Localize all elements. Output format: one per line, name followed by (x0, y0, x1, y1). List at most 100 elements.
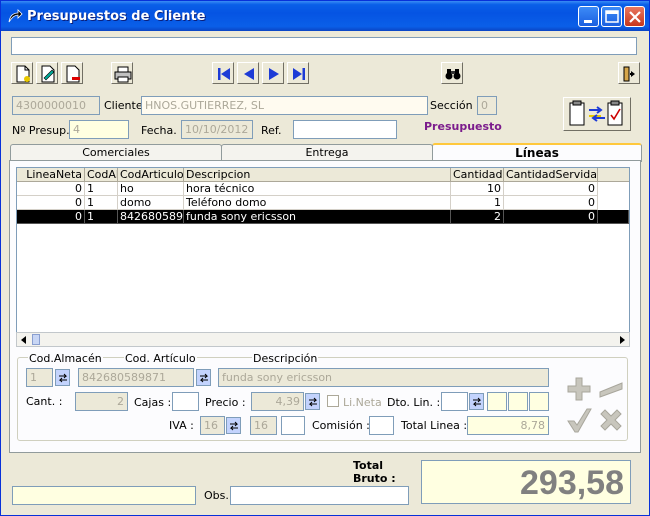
cod-articulo-field[interactable]: 842680589871 (78, 368, 194, 387)
print-icon (114, 66, 132, 83)
lookup-arrow-icon (199, 373, 209, 383)
recargo-field[interactable] (281, 416, 305, 435)
lineta-checkbox[interactable] (327, 395, 339, 407)
lookup-arrow-icon (308, 397, 318, 407)
total-linea-field[interactable]: 8,78 (467, 416, 549, 435)
exit-icon (623, 66, 635, 82)
descripcion-field[interactable]: funda sony ericsson (218, 368, 549, 387)
ref-label: Ref. (261, 124, 282, 137)
accept-line-button[interactable] (565, 406, 593, 434)
cell-cantidad: 1 (451, 196, 504, 210)
cancel-line-button[interactable] (597, 406, 625, 434)
top-search-input[interactable] (11, 37, 637, 55)
iva-pct-field[interactable]: 16 (250, 416, 277, 435)
precio-lookup-button[interactable] (305, 393, 320, 410)
maximize-button[interactable] (601, 6, 622, 27)
minus-icon (599, 382, 623, 398)
cant-field[interactable]: 2 (75, 392, 128, 411)
date-field[interactable]: 10/10/2012 (181, 120, 253, 139)
dto-box-2[interactable] (508, 392, 528, 411)
section-label: Sección : (430, 99, 480, 112)
previous-record-button[interactable] (237, 62, 259, 84)
cod-almacen-field[interactable]: 1 (26, 368, 53, 387)
dto-box-1[interactable] (487, 392, 507, 411)
cajas-field[interactable] (172, 392, 199, 411)
client-name-field[interactable]: HNOS.GUTIERREZ, SL (141, 96, 428, 115)
cell-empty (598, 210, 629, 224)
cell-codarticulo: ho (118, 182, 184, 196)
iva-field[interactable]: 16 (200, 416, 225, 435)
cell-lineaneta: 0 (17, 196, 85, 210)
dto-box-3[interactable] (529, 392, 549, 411)
next-record-button[interactable] (262, 62, 284, 84)
column-header[interactable]: CantidadServida (504, 168, 598, 182)
remove-line-button[interactable] (597, 375, 625, 403)
footer-left-field[interactable] (12, 486, 196, 505)
tab-comerciales[interactable]: Comerciales (10, 144, 222, 161)
cant-label: Cant. : (26, 395, 63, 408)
iva-lookup-button[interactable] (226, 417, 241, 434)
client-label: Cliente (104, 99, 143, 112)
almacen-lookup-button[interactable] (55, 369, 70, 386)
client-code-field[interactable]: 4300000010 (12, 96, 100, 115)
lineta-label: Li.Neta (343, 396, 382, 409)
scroll-right-icon[interactable] (617, 335, 627, 345)
ref-field[interactable] (293, 120, 397, 139)
find-binoculars-icon (445, 69, 461, 80)
dto-lookup-button[interactable] (469, 393, 484, 410)
column-header[interactable]: CodArticulo (118, 168, 184, 182)
last-record-icon (293, 68, 305, 80)
dto-field[interactable] (441, 392, 468, 411)
add-icon (567, 377, 591, 401)
lookup-arrow-icon (472, 397, 482, 407)
presup-number-field[interactable]: 4 (69, 120, 129, 139)
status-label: Presupuesto (424, 120, 502, 133)
table-row[interactable]: 0 1 ho hora técnico 10 0 (17, 182, 598, 196)
new-button[interactable] (11, 62, 33, 84)
delete-button[interactable] (61, 62, 83, 84)
edit-button[interactable] (36, 62, 58, 84)
cell-codal: 1 (85, 182, 118, 196)
exit-button[interactable] (618, 62, 640, 84)
cell-descripcion: funda sony ericsson (184, 210, 451, 224)
delete-document-icon (66, 65, 80, 83)
comision-field[interactable] (369, 416, 394, 435)
first-record-button[interactable] (212, 62, 234, 84)
horizontal-scrollbar[interactable] (16, 332, 630, 347)
scroll-left-icon[interactable] (19, 335, 29, 345)
cancel-x-icon (600, 409, 622, 431)
first-record-icon (218, 68, 230, 80)
obs-field[interactable] (230, 486, 409, 505)
table-row[interactable]: 0 1 domo Teléfono domo 1 0 (17, 196, 598, 210)
presup-label: Nº Presup. (12, 124, 70, 137)
precio-field[interactable]: 4,39 (251, 392, 304, 411)
lines-grid[interactable]: LineaNeta CodAl CodArticulo Descripcion … (16, 167, 630, 347)
section-field[interactable]: 0 (477, 96, 497, 115)
total-bruto-value: 293,58 (421, 460, 631, 504)
print-button[interactable] (111, 62, 133, 84)
column-header[interactable]: LineaNeta (17, 168, 85, 182)
cell-codarticulo: 8426805898 (118, 210, 184, 224)
table-row-selected[interactable]: 0 1 8426805898 funda sony ericsson 2 0 (17, 210, 629, 224)
cod-almacen-label: Cod.Almacén (28, 352, 103, 365)
cell-servida: 0 (504, 196, 598, 210)
next-record-icon (269, 68, 279, 80)
add-line-button[interactable] (565, 375, 593, 403)
iva-label: IVA : (169, 419, 194, 432)
tab-entrega[interactable]: Entrega (221, 144, 433, 161)
cell-descripcion: hora técnico (184, 182, 451, 196)
column-header[interactable]: CodAl (85, 168, 118, 182)
column-header[interactable]: Cantidad (451, 168, 504, 182)
obs-label: Obs. (204, 489, 229, 502)
transfer-button[interactable] (563, 97, 631, 131)
title-bar[interactable]: Presupuestos de Cliente (1, 1, 649, 31)
dto-lin-label: Dto. Lin. : (387, 396, 441, 409)
last-record-button[interactable] (287, 62, 309, 84)
column-header[interactable]: Descripcion (184, 168, 451, 182)
minimize-button[interactable] (578, 6, 599, 27)
scroll-thumb[interactable] (32, 334, 40, 345)
articulo-lookup-button[interactable] (196, 369, 211, 386)
find-button[interactable] (441, 62, 463, 84)
grid-header: LineaNeta CodAl CodArticulo Descripcion … (17, 168, 629, 182)
close-button[interactable] (624, 6, 645, 27)
